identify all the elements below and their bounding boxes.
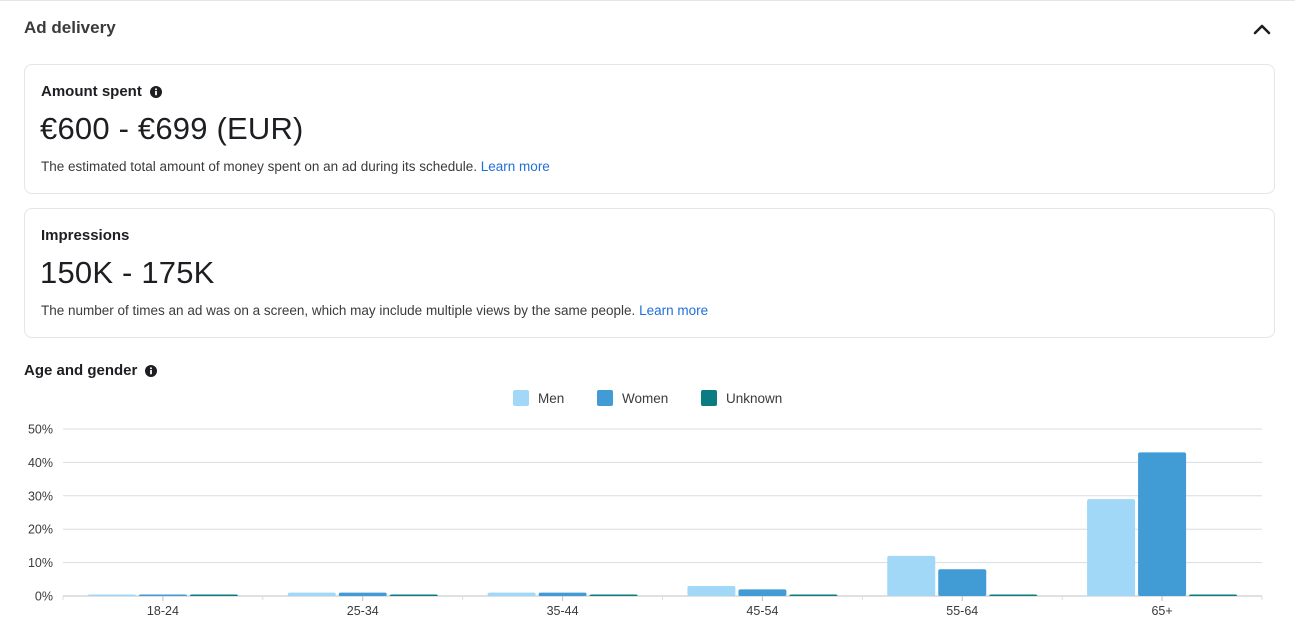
y-tick-label: 20% — [28, 523, 53, 537]
impressions-label-row: Impressions — [41, 227, 129, 244]
age-gender-bar-chart: 0% 10% 20% 30% 40% 50% 18-24 25-34 35-44 45-54 55-… — [28, 423, 1263, 618]
x-tick-label: 55-64 — [946, 604, 978, 618]
chart-legend: Men Women Unknown — [0, 390, 1295, 410]
amount-spent-card: Amount spent €600 - €699 (EUR) The estim… — [24, 64, 1275, 194]
age-gender-title-row: Age and gender — [24, 362, 158, 379]
bar-women-25-34[interactable] — [338, 592, 387, 596]
legend-label-unknown: Unknown — [726, 390, 783, 406]
amount-spent-description: The estimated total amount of money spen… — [41, 159, 550, 174]
legend-swatch-women — [597, 390, 613, 406]
x-tick-label: 65+ — [1151, 604, 1172, 618]
legend-label-women: Women — [622, 390, 669, 406]
bar-unknown-18-24[interactable] — [189, 594, 238, 597]
bar-unknown-45-54[interactable] — [789, 594, 838, 597]
y-tick-label: 0% — [35, 590, 53, 604]
section-title: Ad delivery — [24, 18, 116, 37]
impressions-card: Impressions 150K - 175K The number of ti… — [24, 208, 1275, 338]
bar-unknown-65+[interactable] — [1189, 594, 1238, 597]
bar-men-45-54[interactable] — [687, 585, 736, 596]
impressions-description-text: The number of times an ad was on a scree… — [41, 303, 636, 318]
y-tick-label: 40% — [28, 456, 53, 470]
amount-spent-description-text: The estimated total amount of money spen… — [41, 159, 478, 174]
bar-men-25-34[interactable] — [287, 592, 336, 596]
x-tick-label: 25-34 — [347, 604, 379, 618]
legend-item-men[interactable]: Men — [513, 390, 564, 406]
ad-delivery-header[interactable]: Ad delivery — [0, 0, 1295, 58]
y-tick-label: 30% — [28, 489, 53, 503]
bar-unknown-55-64[interactable] — [989, 594, 1038, 597]
learn-more-link[interactable]: Learn more — [639, 303, 708, 318]
y-tick-label: 50% — [28, 423, 53, 437]
x-tick-label: 45-54 — [746, 604, 778, 618]
legend-item-unknown[interactable]: Unknown — [701, 390, 782, 406]
bar-men-35-44[interactable] — [487, 592, 536, 596]
info-icon[interactable] — [149, 85, 162, 98]
bar-men-55-64[interactable] — [887, 555, 936, 596]
amount-spent-label: Amount spent — [41, 83, 142, 100]
amount-spent-value: €600 - €699 (EUR) — [40, 111, 304, 146]
learn-more-link[interactable]: Learn more — [481, 159, 550, 174]
bar-unknown-25-34[interactable] — [389, 594, 438, 597]
x-tick-label: 35-44 — [547, 604, 579, 618]
impressions-label: Impressions — [41, 227, 130, 244]
bar-men-65+[interactable] — [1087, 499, 1136, 596]
bar-women-65+[interactable] — [1138, 452, 1187, 596]
chart-title: Age and gender — [24, 362, 138, 379]
legend-item-women[interactable]: Women — [597, 390, 668, 406]
bar-women-35-44[interactable] — [538, 592, 587, 596]
legend-swatch-men — [513, 390, 529, 406]
legend-swatch-unknown — [701, 390, 717, 406]
y-tick-label: 10% — [28, 556, 53, 570]
bar-men-18-24[interactable] — [87, 594, 136, 597]
impressions-description: The number of times an ad was on a scree… — [41, 303, 708, 318]
amount-spent-label-row: Amount spent — [41, 83, 162, 100]
x-tick-label: 18-24 — [147, 604, 179, 618]
bar-women-45-54[interactable] — [738, 589, 787, 596]
bar-women-55-64[interactable] — [938, 569, 987, 596]
bar-unknown-35-44[interactable] — [589, 594, 638, 597]
chevron-up-icon — [1253, 24, 1271, 35]
legend-label-men: Men — [538, 390, 565, 406]
collapse-button[interactable] — [1248, 15, 1276, 43]
info-icon[interactable] — [145, 364, 158, 377]
impressions-value: 150K - 175K — [40, 255, 215, 290]
bar-women-18-24[interactable] — [138, 594, 187, 597]
